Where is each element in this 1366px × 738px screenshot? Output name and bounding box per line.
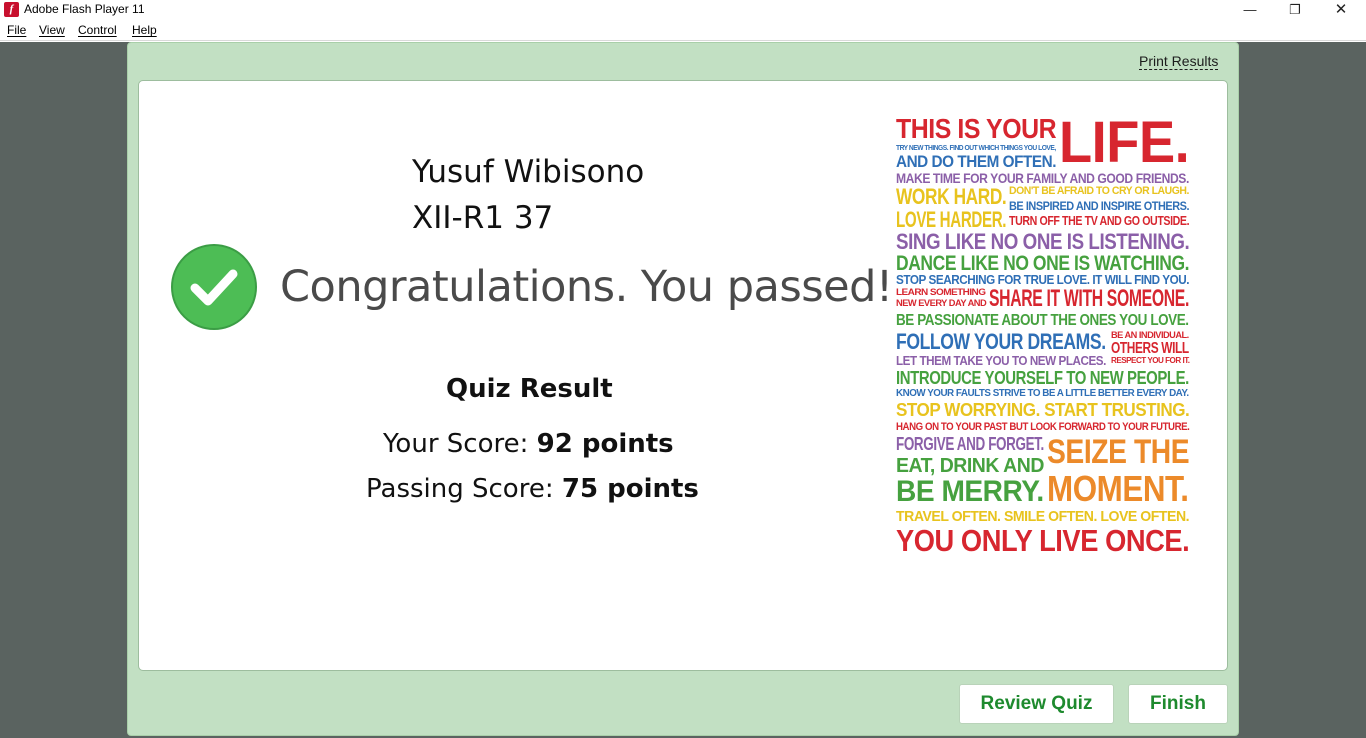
maximize-button[interactable]: ❐ (1272, 0, 1318, 21)
check-circle-icon (171, 244, 257, 330)
your-score: Your Score: 92 points (383, 429, 674, 459)
poster-line: MOMENT. (1047, 468, 1189, 509)
menu-help[interactable]: Help (132, 23, 157, 37)
window-title: Adobe Flash Player 11 (24, 2, 145, 16)
poster-line: THIS IS YOUR (896, 113, 1057, 144)
poster-line: DANCE LIKE NO ONE IS WATCHING. (896, 252, 1190, 275)
poster-line: HANG ON TO YOUR PAST BUT LOOK FORWARD TO… (896, 421, 1190, 433)
poster-line: FORGIVE AND FORGET. (896, 434, 1044, 454)
poster-line: KNOW YOUR FAULTS STRIVE TO BE A LITTLE B… (896, 388, 1189, 399)
poster-line: DON'T BE AFRAID TO CRY OR LAUGH. (1009, 185, 1189, 197)
poster-line: SEIZE THE (1047, 433, 1190, 471)
menu-file[interactable]: File (7, 23, 26, 37)
poster-line: TRY NEW THINGS. FIND OUT WHICH THINGS YO… (896, 145, 1056, 152)
poster-line: SING LIKE NO ONE IS LISTENING. (896, 229, 1190, 254)
poster-line: MAKE TIME FOR YOUR FAMILY AND GOOD FRIEN… (896, 170, 1189, 186)
poster-line: LEARN SOMETHING (896, 287, 986, 297)
poster-line: FOLLOW YOUR DREAMS. (896, 329, 1106, 354)
poster-line: BE PASSIONATE ABOUT THE ONES YOU LOVE. (896, 312, 1189, 329)
passing-score: Passing Score: 75 points (366, 474, 699, 504)
poster-line: BE MERRY. (896, 475, 1044, 508)
student-class: XII-R1 37 (412, 200, 554, 236)
poster-line: NEW EVERY DAY AND (896, 298, 987, 308)
menu-control[interactable]: Control (78, 23, 117, 37)
poster-line: TRAVEL OFTEN. SMILE OFTEN. LOVE OFTEN. (896, 508, 1190, 525)
student-name: Yusuf Wibisono (412, 154, 645, 190)
poster-line: LIFE. (1059, 113, 1190, 175)
poster-line: SHARE IT WITH SOMEONE. (989, 285, 1190, 312)
poster-line: LOVE HARDER. (896, 207, 1007, 232)
poster-line: INTRODUCE YOURSELF TO NEW PEOPLE. (896, 368, 1189, 388)
result-title: Quiz Result (446, 374, 613, 404)
passing-score-label: Passing Score: (366, 474, 562, 504)
poster-line: OTHERS WILL (1111, 340, 1189, 357)
pass-message: Congratulations. You passed! (280, 262, 893, 312)
your-score-label: Your Score: (383, 429, 537, 459)
print-results-link[interactable]: Print Results (1139, 53, 1219, 70)
poster-line: STOP WORRYING. START TRUSTING. (896, 400, 1190, 420)
close-button[interactable]: ✕ (1318, 0, 1364, 21)
your-score-value: 92 points (536, 429, 674, 459)
poster-line: TURN OFF THE TV AND GO OUTSIDE. (1009, 213, 1190, 228)
menu-view[interactable]: View (39, 23, 65, 37)
flash-player-icon: f (4, 2, 19, 17)
poster-line: AND DO THEM OFTEN. (896, 152, 1056, 171)
passing-score-value: 75 points (561, 474, 699, 504)
minimize-button[interactable]: — (1227, 0, 1273, 21)
motivational-poster-image: THIS IS YOUR LIFE. TRY NEW THINGS. FIND OU… (893, 113, 1191, 557)
poster-line: BE INSPIRED AND INSPIRE OTHERS. (1009, 199, 1190, 213)
poster-line: EAT, DRINK AND (896, 455, 1044, 477)
finish-button[interactable]: Finish (1128, 684, 1228, 724)
menu-bar: File View Control Help (0, 21, 1366, 41)
poster-line: LET THEM TAKE YOU TO NEW PLACES. (896, 353, 1106, 368)
review-quiz-button[interactable]: Review Quiz (959, 684, 1114, 724)
title-bar: f Adobe Flash Player 11 — ❐ ✕ (0, 0, 1366, 21)
poster-line: RESPECT YOU FOR IT. (1111, 356, 1190, 365)
poster-line: WORK HARD. (896, 184, 1007, 209)
poster-line: YOU ONLY LIVE ONCE. (896, 523, 1190, 557)
poster-line: BE AN INDIVIDUAL. (1111, 330, 1189, 340)
